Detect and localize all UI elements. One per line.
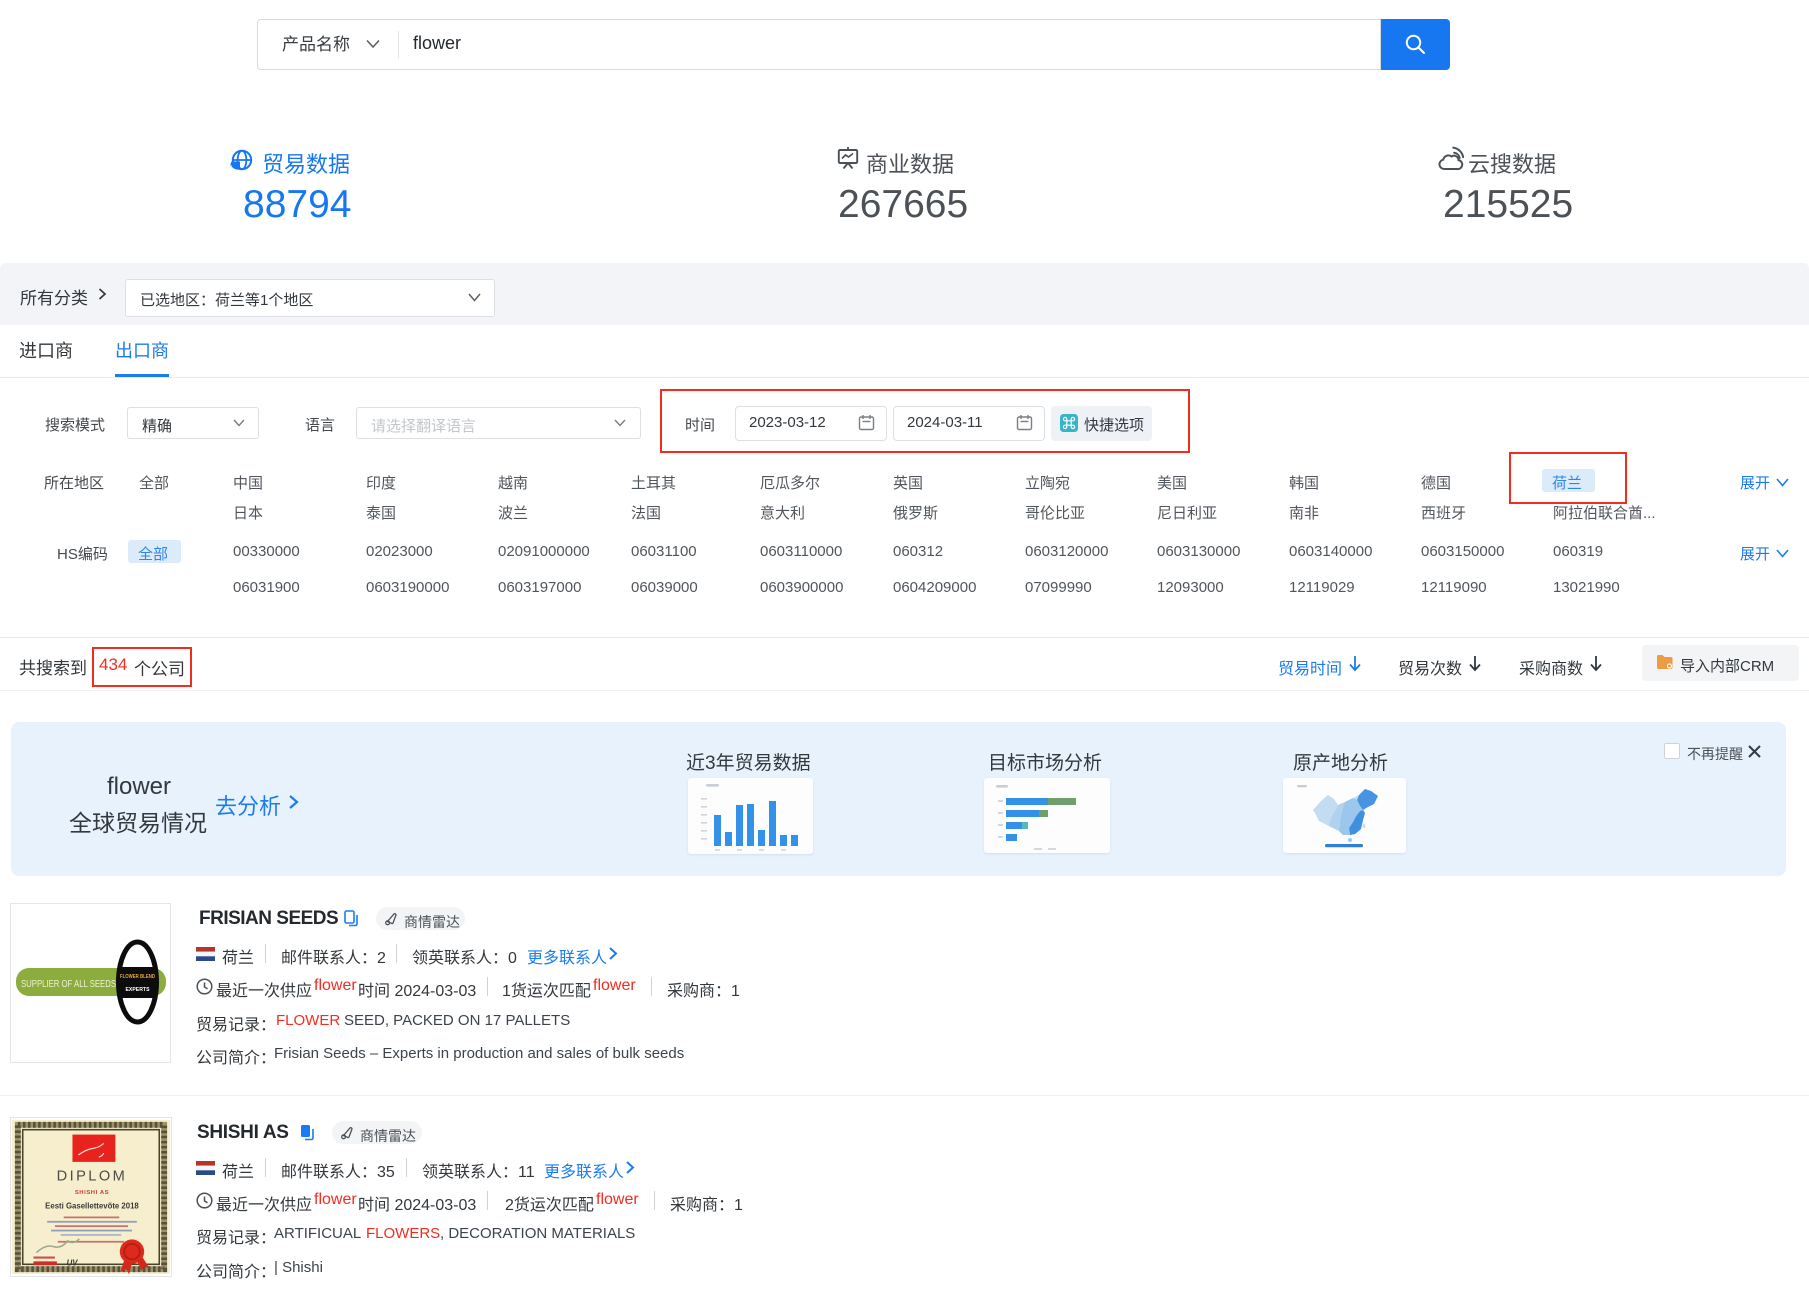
- svg-text:DIPLOM: DIPLOM: [57, 1168, 128, 1184]
- svg-text:SHISHI AS: SHISHI AS: [75, 1190, 109, 1196]
- svg-text:Eesti Gasellettevõte 2018: Eesti Gasellettevõte 2018: [45, 1202, 139, 1211]
- svg-text:SUPPLIER OF ALL SEEDS: SUPPLIER OF ALL SEEDS: [21, 978, 116, 990]
- svg-text:EXPERTS: EXPERTS: [126, 987, 150, 993]
- svg-text:UV: UV: [67, 1258, 79, 1267]
- svg-text:FLOWER BLEND: FLOWER BLEND: [120, 974, 155, 980]
